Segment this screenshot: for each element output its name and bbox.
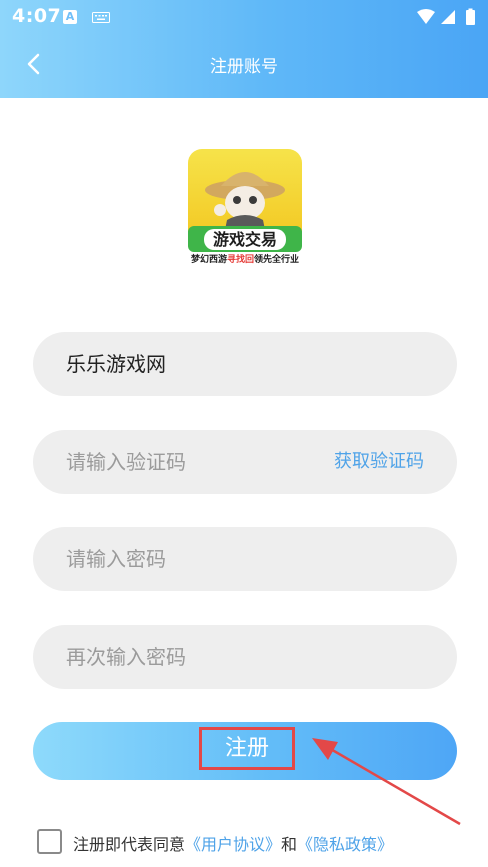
account-value: 乐乐游戏网 [66, 352, 166, 376]
confirm-password-field[interactable]: 再次输入密码 [33, 625, 457, 689]
status-icons [417, 8, 475, 25]
privacy-policy-link[interactable]: 《隐私政策》 [297, 835, 393, 854]
logo-slogan: 梦幻西游寻找回领先全行业 [191, 253, 299, 264]
register-highlight-box: 注册 [199, 727, 295, 770]
signal-icon [441, 10, 455, 24]
wifi-icon [417, 9, 435, 24]
logo-badge-text: 游戏交易 [213, 230, 277, 249]
agreement-checkbox[interactable] [37, 829, 62, 854]
account-field[interactable]: 乐乐游戏网 [33, 332, 457, 396]
page-title: 注册账号 [210, 57, 278, 77]
battery-icon [466, 10, 475, 25]
password-placeholder: 请输入密码 [66, 547, 166, 571]
notification-a-icon: A [63, 10, 77, 24]
keyboard-icon [92, 12, 110, 23]
agreement-conjunction: 和 [281, 835, 298, 854]
confirm-password-placeholder: 再次输入密码 [66, 645, 186, 669]
verification-code-placeholder: 请输入验证码 [66, 450, 186, 474]
status-time: 4:07 [12, 5, 62, 27]
status-bar: 4:07 A [0, 0, 488, 34]
register-button-label: 注册 [224, 736, 269, 761]
password-field[interactable]: 请输入密码 [33, 527, 457, 591]
agreement-prefix: 注册即代表同意 [73, 835, 186, 854]
verification-code-field[interactable]: 请输入验证码 获取验证码 [33, 430, 457, 494]
app-header: 4:07 A 注册账号 [0, 0, 488, 98]
agreement-text: 注册即代表同意《用户协议》和《隐私政策》 [73, 831, 393, 855]
get-code-button[interactable]: 获取验证码 [334, 430, 424, 494]
user-agreement-link[interactable]: 《用户协议》 [185, 835, 281, 854]
app-logo: 游戏交易 梦幻西游寻找回领先全行业 [188, 149, 302, 264]
pointer-arrow [312, 738, 461, 826]
